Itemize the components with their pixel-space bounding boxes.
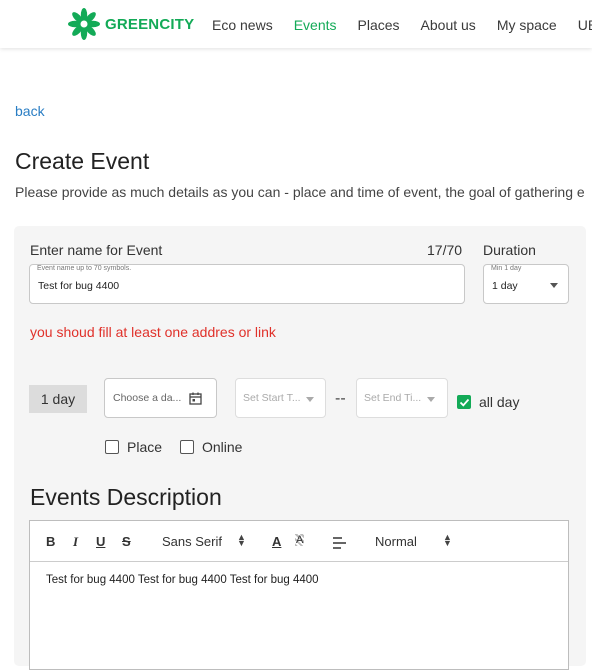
text-color-icon[interactable]: A [272,534,281,549]
end-time-placeholder: Set End Ti... [364,392,422,404]
logo-text: GREENCITY [105,15,195,33]
place-label: Place [127,439,163,455]
main-nav: Eco news Events Places About us My space… [212,17,592,33]
start-time-select[interactable]: Set Start T... [235,378,326,418]
strikethrough-icon[interactable]: S [122,534,131,549]
align-left-icon[interactable] [333,537,346,549]
event-name-hint: Event name up to 70 symbols. [37,265,132,272]
updown-arrows-icon: ▲ ▼ [443,532,452,548]
place-checkbox[interactable] [105,440,119,454]
event-name-input[interactable]: Event name up to 70 symbols. Test for bu… [29,264,465,304]
nav-events[interactable]: Events [294,17,337,33]
day-chip: 1 day [29,385,87,413]
all-day-label: all day [479,394,520,410]
nav-eco-news[interactable]: Eco news [212,17,273,33]
underline-icon[interactable]: U [96,534,105,549]
calendar-icon[interactable] [189,392,202,405]
description-editor: B I U S Sans Serif ▲ ▼ A A Normal ▲ ▼ Test… [29,520,569,670]
name-char-counter: 17/70 [427,242,463,258]
back-link[interactable]: back [15,103,45,119]
nav-places[interactable]: Places [358,17,400,33]
chevron-down-icon [427,397,435,402]
top-navbar: GREENCITY Eco news Events Places About u… [0,0,592,48]
nav-about-us[interactable]: About us [421,17,476,33]
duration-label: Duration [483,242,536,258]
nav-my-space[interactable]: My space [497,17,557,33]
chevron-down-icon [550,283,558,288]
duration-hint: Min 1 day [491,265,522,272]
time-separator: -- [335,390,346,407]
background-color-icon[interactable]: A [295,534,305,546]
duration-select[interactable]: Min 1 day 1 day [483,264,569,304]
checkmark-icon [459,398,469,407]
editor-content[interactable]: Test for bug 4400 Test for bug 4400 Test… [46,574,319,586]
greencity-logo[interactable]: GREENCITY [68,8,194,40]
online-checkbox[interactable] [180,440,194,454]
editor-toolbar: B I U S Sans Serif ▲ ▼ A A Normal ▲ ▼ [30,521,568,562]
nav-ubs[interactable]: UBS c [578,17,592,33]
chevron-down-icon [306,397,314,402]
font-family-select[interactable]: Sans Serif [162,534,222,549]
events-description-title: Events Description [30,484,222,510]
leaf-logo-icon [68,8,100,40]
updown-arrows-icon: ▲ ▼ [237,532,246,548]
start-time-placeholder: Set Start T... [243,392,301,404]
end-time-select[interactable]: Set End Ti... [356,378,448,418]
date-picker-input[interactable]: Choose a da... [104,378,217,418]
address-error-message: you shoud fill at least one addres or li… [30,324,276,340]
online-label: Online [202,439,243,455]
page-subtitle: Please provide as much details as you ca… [15,184,585,200]
font-size-select[interactable]: Normal [375,534,417,549]
date-placeholder: Choose a da... [113,392,182,404]
all-day-checkbox[interactable] [457,395,471,409]
bold-icon[interactable]: B [46,534,55,549]
italic-icon[interactable]: I [73,534,78,550]
page-title: Create Event [15,148,150,174]
event-name-label: Enter name for Event [30,242,163,258]
event-name-value: Test for bug 4400 [38,280,120,292]
duration-value: 1 day [492,280,518,292]
